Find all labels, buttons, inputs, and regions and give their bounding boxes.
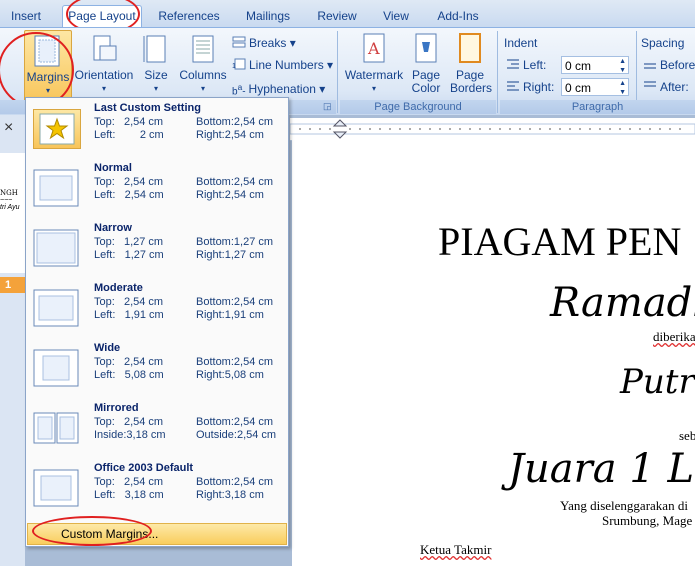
horizontal-ruler[interactable] xyxy=(289,118,695,141)
indent-left-input[interactable]: 0 cm ▲ ▼ xyxy=(561,56,629,74)
given-to-text: diberika xyxy=(653,329,695,344)
page-color-label: Page Color xyxy=(411,68,441,95)
spacing-heading: Spacing xyxy=(641,36,685,50)
margins-dropdown: Last Custom Setting Top: 2,54 cm Bottom:… xyxy=(25,97,289,547)
ruler-ticks xyxy=(289,119,695,139)
watermark-button[interactable]: A Watermark ▾ xyxy=(344,32,404,95)
columns-icon xyxy=(192,35,214,63)
margin-thumbnail xyxy=(33,229,79,267)
margin-option-normal[interactable]: Normal Top: 2,54 cm Bottom:2,54 cm Left:… xyxy=(26,158,288,218)
group-separator xyxy=(497,31,498,113)
size-button[interactable]: Size ▾ xyxy=(140,32,172,95)
tab-references[interactable]: References xyxy=(150,6,228,26)
margin-thumbnail xyxy=(33,412,79,444)
document-page[interactable]: PIAGAM PEN Ramadh diberika Putr seb Juar… xyxy=(292,140,695,566)
page-thumbnail[interactable]: NGH ~~~ tri Ayu xyxy=(0,153,25,273)
recipient-name-1: Ramadh xyxy=(550,280,695,326)
hyphenation-button[interactable]: ba- Hyphenation ▾ xyxy=(232,79,325,97)
signer-title: Ketua Takmir xyxy=(420,542,492,557)
tab-view[interactable]: View xyxy=(374,6,418,26)
tab-insert[interactable]: Insert xyxy=(0,6,52,26)
orientation-label: Orientation xyxy=(74,68,134,82)
page-borders-icon xyxy=(459,33,481,63)
breaks-icon xyxy=(232,36,246,52)
annotation-circle xyxy=(32,516,152,546)
svg-text:A: A xyxy=(367,39,380,58)
line-numbers-icon: 1 xyxy=(232,58,246,74)
spacing-before-icon xyxy=(643,58,657,74)
margin-thumbnail xyxy=(33,289,79,327)
watermark-label: Watermark xyxy=(344,68,404,82)
size-label: Size xyxy=(144,68,168,82)
margin-thumbnail xyxy=(33,169,79,207)
size-icon xyxy=(143,35,166,63)
margin-option-last-custom[interactable]: Last Custom Setting Top: 2,54 cm Bottom:… xyxy=(26,98,288,158)
margin-option-mirrored[interactable]: Mirrored Top: 2,54 cm Bottom:2,54 cm Ins… xyxy=(26,398,288,458)
indent-right-icon xyxy=(506,80,520,96)
page-borders-label: Page Borders xyxy=(450,68,493,95)
tab-review[interactable]: Review xyxy=(308,6,366,26)
orientation-icon xyxy=(93,35,117,61)
location-line: Srumbung, Mage xyxy=(602,513,693,528)
spacing-after-label: After: xyxy=(643,79,689,95)
spacing-before-label: Before xyxy=(643,57,695,73)
indent-left-label: Left: xyxy=(506,57,546,73)
page-color-button[interactable]: Page Color xyxy=(408,32,444,95)
award-title: Juara 1 L xyxy=(508,446,695,492)
page-color-icon xyxy=(415,33,437,63)
indent-left-icon xyxy=(506,58,520,74)
page-background-group-title: Page Background xyxy=(340,100,496,114)
as-text: seb xyxy=(679,428,695,443)
page-borders-button[interactable]: Page Borders xyxy=(450,32,493,95)
tab-mailings[interactable]: Mailings xyxy=(236,6,300,26)
indent-right-input[interactable]: 0 cm ▲ ▼ xyxy=(561,78,629,96)
svg-text:1: 1 xyxy=(232,63,236,70)
columns-label: Columns xyxy=(179,68,227,82)
recipient-name-2: Putr xyxy=(620,362,695,402)
margin-thumbnail xyxy=(33,469,79,507)
spacing-after-icon xyxy=(643,80,657,96)
paragraph-group-title: Paragraph xyxy=(500,100,695,114)
dialog-launcher-icon[interactable]: ◲ xyxy=(323,101,332,112)
margin-option-moderate[interactable]: Moderate Top: 2,54 cm Bottom:2,54 cm Lef… xyxy=(26,278,288,338)
watermark-icon: A xyxy=(363,33,385,63)
certificate-title: PIAGAM PEN xyxy=(438,219,682,264)
breaks-button[interactable]: Breaks ▾ xyxy=(232,35,296,51)
group-separator xyxy=(337,31,338,113)
line-numbers-button[interactable]: 1 Line Numbers ▾ xyxy=(232,57,333,73)
page-number-badge: 1 xyxy=(0,277,25,293)
indent-right-label: Right: xyxy=(506,79,554,95)
orientation-button[interactable]: Orientation ▾ xyxy=(74,32,134,95)
close-icon[interactable]: × xyxy=(4,119,13,137)
margin-thumbnail xyxy=(33,109,81,149)
margin-option-narrow[interactable]: Narrow Top: 1,27 cm Bottom:1,27 cm Left:… xyxy=(26,218,288,278)
tab-add-ins[interactable]: Add-Ins xyxy=(428,6,488,26)
star-icon xyxy=(39,113,75,145)
margin-thumbnail xyxy=(33,349,79,387)
thumbnail-pane: × NGH ~~~ tri Ayu 1 xyxy=(0,115,25,566)
indent-heading: Indent xyxy=(504,36,538,50)
margin-option-wide[interactable]: Wide Top: 2,54 cm Bottom:2,54 cm Left: 5… xyxy=(26,338,288,398)
columns-button[interactable]: Columns ▾ xyxy=(178,32,228,95)
margin-option-office-2003[interactable]: Office 2003 Default Top: 2,54 cm Bottom:… xyxy=(26,458,288,518)
held-at-line: Yang diselenggarakan di xyxy=(560,498,688,513)
